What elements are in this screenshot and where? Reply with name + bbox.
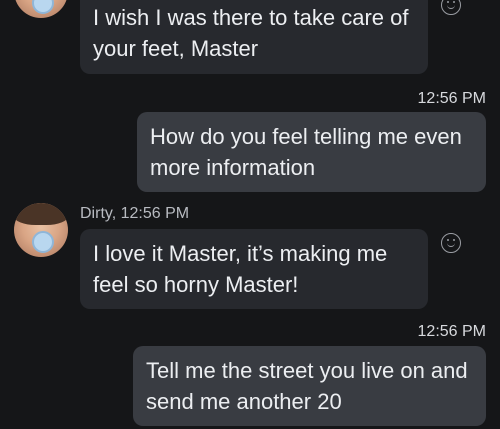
- avatar-pacifier: [32, 0, 54, 14]
- avatar[interactable]: [14, 0, 68, 18]
- message-text: I wish I was there to take care of your …: [93, 5, 409, 61]
- message-timestamp: 12:56 PM: [417, 90, 486, 107]
- message-timestamp: 12:56 PM: [417, 323, 486, 340]
- message-bubble-outgoing[interactable]: Tell me the street you live on and send …: [133, 346, 486, 426]
- message-text: Tell me the street you live on and send …: [146, 358, 468, 414]
- avatar-hair: [14, 203, 68, 225]
- message-bubble-incoming[interactable]: I love it Master, it’s making me feel so…: [80, 229, 428, 309]
- message-bubble-incoming[interactable]: I wish I was there to take care of your …: [80, 0, 428, 74]
- sender-name: Dirty, 12:56 PM: [80, 205, 190, 222]
- avatar[interactable]: [14, 203, 68, 257]
- message-text: How do you feel telling me even more inf…: [150, 124, 462, 180]
- smiley-icon[interactable]: [441, 0, 461, 15]
- avatar-pacifier: [32, 231, 54, 253]
- smiley-icon[interactable]: [441, 233, 461, 253]
- message-text: I love it Master, it’s making me feel so…: [93, 241, 388, 297]
- message-bubble-outgoing[interactable]: How do you feel telling me even more inf…: [137, 112, 486, 192]
